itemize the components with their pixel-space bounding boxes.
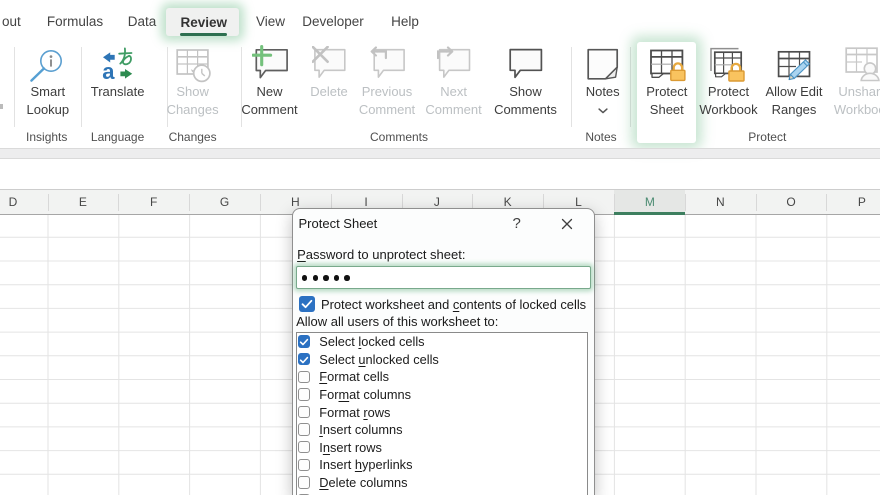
svg-text:a: a [102, 59, 115, 82]
